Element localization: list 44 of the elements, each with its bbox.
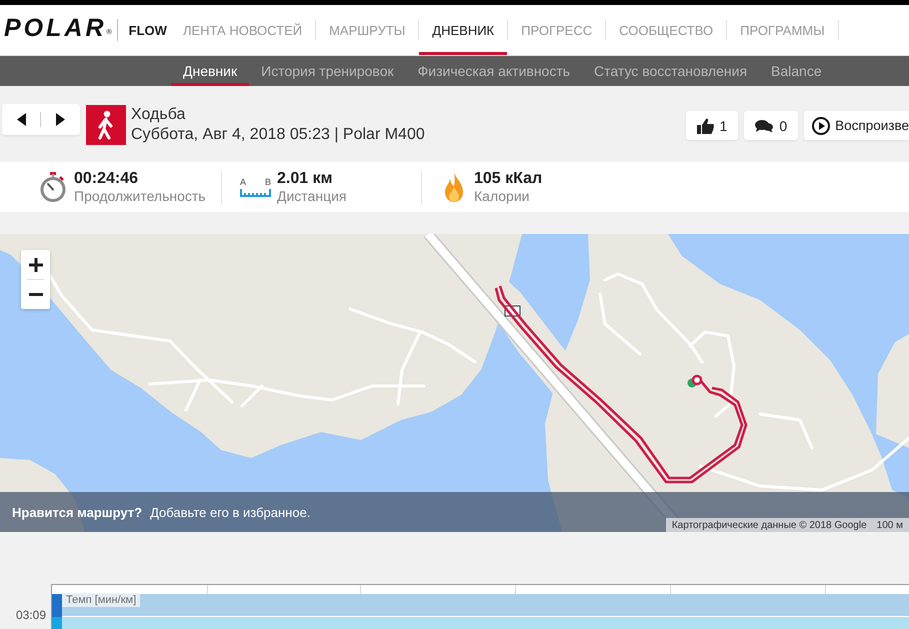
subnav-tab[interactable]: История тренировок (249, 56, 406, 86)
comment-button[interactable]: 0 (744, 111, 798, 140)
play-button[interactable]: Воспроизве (804, 111, 909, 140)
banner-title: Нравится маршрут? (12, 504, 142, 520)
stat-label: Дистанция (277, 188, 346, 204)
nav-tab[interactable]: ПРОГРАММЫ (727, 5, 838, 55)
stat-value: 105 кКал (474, 170, 542, 188)
subnav-tab[interactable]: Физическая активность (406, 56, 582, 86)
thumbs-up-icon (696, 118, 714, 134)
stat-value: 00:24:46 (74, 170, 140, 188)
map-scale-label: 100 м (876, 520, 903, 530)
play-circle-icon (812, 116, 830, 134)
subnav-tab[interactable]: Дневник (171, 56, 250, 86)
stat-label: Калории (474, 188, 530, 204)
speech-bubbles-icon (755, 118, 774, 132)
flame-icon (444, 172, 464, 202)
stat-value: 2.01 км (277, 170, 334, 188)
product-name: FLOW (128, 22, 167, 38)
chart-legend: Темп [мин/км] (62, 593, 140, 607)
point-label: A (240, 177, 246, 187)
stopwatch-icon (40, 172, 66, 202)
stat-label: Продолжительность (74, 188, 206, 204)
nav-tab[interactable]: ПРОГРЕСС (508, 5, 606, 55)
activity-title: Ходьба (131, 105, 186, 125)
plus-icon (28, 258, 42, 272)
nav-tab[interactable]: МАРШРУТЫ (316, 5, 418, 55)
nav-tab[interactable]: СООБЩЕСТВО (606, 5, 726, 55)
nav-tab[interactable]: ДНЕВНИК (419, 5, 508, 55)
add-to-favorites-link[interactable]: Добавьте его в избранное. (150, 504, 310, 520)
like-button[interactable]: 1 (686, 111, 738, 140)
map-attribution: Картографические данные © 2018 Google (672, 520, 867, 530)
series-marker (52, 594, 62, 629)
triangle-left-icon (16, 113, 26, 126)
activity-subtitle: Суббота, Авг 4, 2018 05:23 | Polar M400 (131, 125, 425, 145)
ruler-icon (240, 188, 271, 197)
minus-icon (28, 293, 42, 296)
subnav-tab[interactable]: Статус восстановления (582, 56, 760, 86)
triangle-right-icon (56, 113, 64, 126)
walking-person-icon (86, 105, 126, 145)
subnav-tab[interactable]: Balance (759, 56, 834, 86)
y-axis-tick: 03:09 (16, 608, 46, 622)
start-marker-icon (688, 374, 702, 388)
point-label: B (264, 177, 271, 187)
nav-tab[interactable]: ЛЕНТА НОВОСТЕЙ (170, 5, 316, 55)
